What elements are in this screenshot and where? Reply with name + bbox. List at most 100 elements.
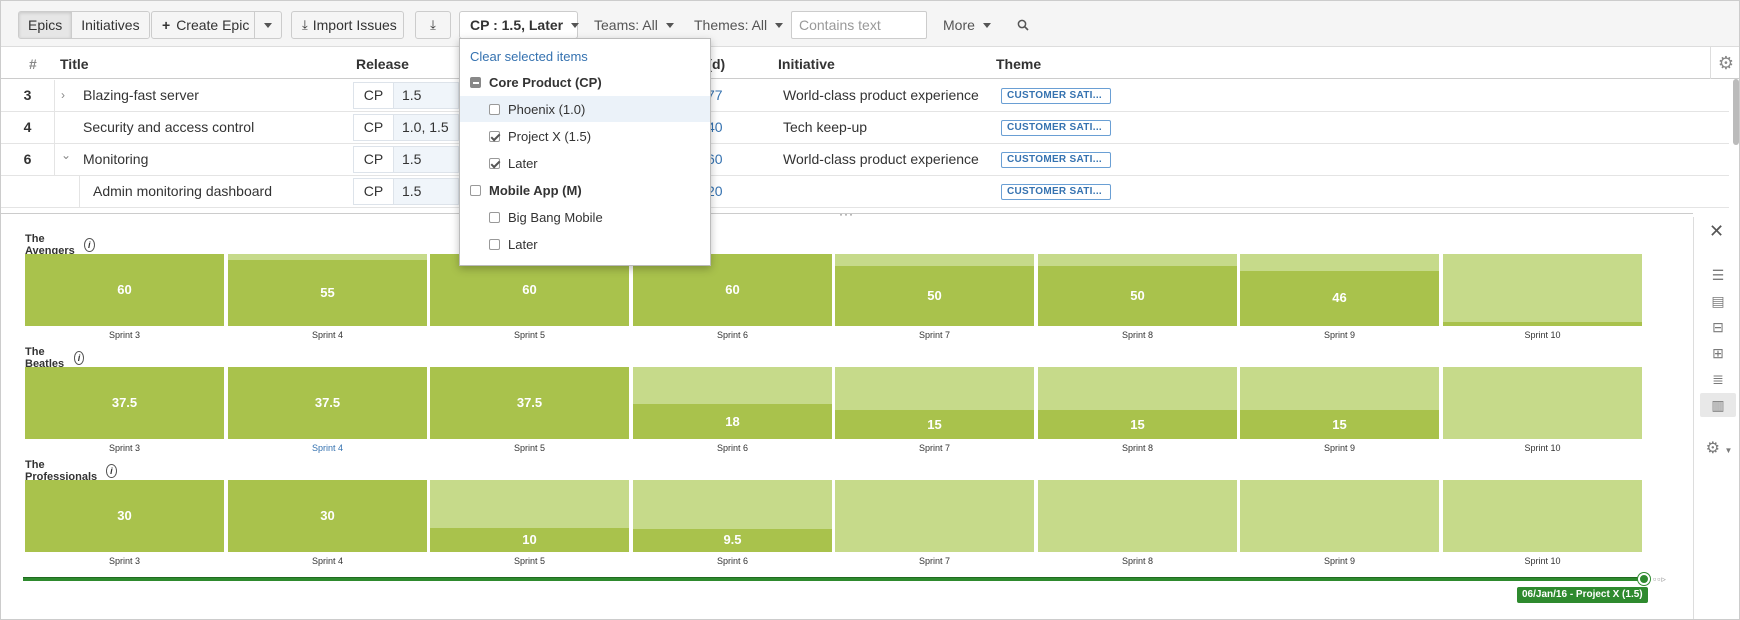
- sprint-capacity-bar[interactable]: [835, 480, 1034, 552]
- columns-icon[interactable]: ▥: [1700, 393, 1736, 417]
- release-cell[interactable]: CP 1.0, 1.5: [353, 114, 459, 141]
- info-icon[interactable]: i: [83, 238, 95, 252]
- release-cell[interactable]: CP 1.5: [353, 82, 459, 109]
- close-icon[interactable]: ✕: [1709, 221, 1724, 242]
- sprint-capacity-bar[interactable]: 46: [1240, 254, 1439, 326]
- gear-icon[interactable]: ⚙ ▼: [1704, 441, 1734, 457]
- release-option[interactable]: Big Bang Mobile: [460, 204, 710, 230]
- col-theme[interactable]: Theme: [996, 56, 1041, 72]
- info-icon[interactable]: i: [73, 351, 85, 365]
- sprint-capacity-bar[interactable]: 37.5: [228, 367, 427, 439]
- checkbox[interactable]: [489, 130, 500, 142]
- checkbox[interactable]: [470, 76, 481, 88]
- import-issues-label: Import Issues: [312, 17, 397, 33]
- sprint-label[interactable]: Sprint 4: [228, 443, 427, 453]
- table-row[interactable]: 3 › Blazing-fast server CP 1.5 77 World-c…: [1, 80, 1729, 112]
- option-label: Later: [508, 155, 538, 171]
- sprint-label: Sprint 10: [1524, 556, 1561, 566]
- sprint-capacity-bar[interactable]: 50: [1038, 254, 1237, 326]
- teams-filter-dropdown[interactable]: Teams: All: [584, 11, 684, 39]
- checkbox[interactable]: [489, 238, 500, 250]
- sprint-capacity-bar[interactable]: [1240, 480, 1439, 552]
- search-button[interactable]: [1007, 11, 1039, 39]
- row-title[interactable]: Monitoring: [83, 144, 148, 175]
- teams-filter-label: Teams: All: [594, 17, 658, 33]
- row-title[interactable]: Admin monitoring dashboard: [93, 176, 272, 207]
- sprint-capacity-bar[interactable]: 30: [25, 480, 224, 552]
- themes-filter-dropdown[interactable]: Themes: All: [684, 11, 793, 39]
- sprint-capacity-bar[interactable]: 9.5: [633, 480, 832, 552]
- checkbox[interactable]: [470, 184, 481, 196]
- more-dropdown[interactable]: More: [933, 11, 1001, 39]
- sprint-capacity-bar[interactable]: [1443, 254, 1642, 326]
- list-icon[interactable]: ≣: [1708, 371, 1728, 387]
- table-settings-button[interactable]: ⚙: [1710, 47, 1739, 79]
- tab-initiatives[interactable]: Initiatives: [72, 12, 149, 38]
- sprint-label: Sprint 7: [918, 330, 951, 340]
- checkbox[interactable]: [489, 211, 500, 223]
- initiative-cell[interactable]: World-class product experience: [783, 144, 979, 175]
- sprint-capacity-bar[interactable]: 50: [835, 254, 1034, 326]
- col-initiative[interactable]: Initiative: [778, 56, 835, 72]
- tree-icon[interactable]: ⊞: [1708, 345, 1728, 361]
- table-row[interactable]: Admin monitoring dashboard CP 1.5 20 CUST…: [1, 176, 1729, 208]
- col-release[interactable]: Release: [356, 56, 409, 72]
- sprint-capacity-bar[interactable]: 15: [1038, 367, 1237, 439]
- release-option[interactable]: Later: [460, 231, 710, 257]
- theme-badge[interactable]: CUSTOMER SATI...: [1001, 152, 1111, 168]
- col-title[interactable]: Title: [60, 56, 89, 72]
- row-number: 6: [1, 144, 55, 176]
- release-cell[interactable]: CP 1.5: [353, 146, 459, 173]
- sprint-capacity-bar[interactable]: 37.5: [25, 367, 224, 439]
- sprint-capacity-bar[interactable]: [1443, 367, 1642, 439]
- create-epic-button[interactable]: + Create Epic: [151, 11, 255, 39]
- release-group-option[interactable]: Core Product (CP): [460, 69, 710, 95]
- clear-selected-link[interactable]: Clear selected items: [470, 49, 588, 64]
- import-issues-button[interactable]: ⤓ Import Issues: [291, 11, 404, 39]
- tab-epics[interactable]: Epics: [19, 12, 73, 38]
- sprint-capacity-bar[interactable]: 30: [228, 480, 427, 552]
- table-scrollbar[interactable]: [1733, 79, 1739, 145]
- row-title[interactable]: Blazing-fast server: [83, 80, 199, 111]
- table-row[interactable]: 4 Security and access control CP 1.0, 1.5…: [1, 112, 1729, 144]
- hierarchy-icon[interactable]: ⊟: [1708, 319, 1728, 335]
- info-icon[interactable]: i: [105, 464, 118, 478]
- expand-icon[interactable]: ›: [61, 80, 71, 111]
- sprint-capacity-bar[interactable]: 10: [430, 480, 629, 552]
- card-icon[interactable]: ▤: [1708, 293, 1728, 309]
- sliders-icon[interactable]: ☰: [1708, 267, 1728, 283]
- table-row[interactable]: 6 ⌄ Monitoring CP 1.5 60 World-class prod…: [1, 144, 1729, 176]
- release-option[interactable]: Project X (1.5): [460, 123, 710, 149]
- release-option[interactable]: Phoenix (1.0): [460, 96, 710, 122]
- initiative-cell[interactable]: World-class product experience: [783, 80, 979, 111]
- sprint-load-value: 10: [522, 532, 537, 548]
- sprint-capacity-bar[interactable]: [1443, 480, 1642, 552]
- checkbox[interactable]: [489, 157, 500, 169]
- timeline-remaining-icon: ▫▫▹: [1653, 574, 1667, 584]
- sprint-capacity-bar[interactable]: 15: [835, 367, 1034, 439]
- sprint-capacity-bar[interactable]: 37.5: [430, 367, 629, 439]
- initiative-cell[interactable]: Tech keep-up: [783, 112, 867, 143]
- search-input[interactable]: [791, 11, 927, 39]
- sprint-label: Sprint 10: [1524, 330, 1561, 340]
- timeline-marker[interactable]: [1638, 573, 1650, 585]
- sprint-label: Sprint 3: [108, 330, 141, 340]
- checkbox[interactable]: [489, 103, 500, 115]
- release-option[interactable]: Later: [460, 150, 710, 176]
- theme-badge[interactable]: CUSTOMER SATI...: [1001, 88, 1111, 104]
- release-cell[interactable]: CP 1.5: [353, 178, 459, 205]
- release-filter-dropdown[interactable]: CP : 1.5, Later: [459, 11, 580, 39]
- row-title[interactable]: Security and access control: [83, 112, 254, 143]
- theme-badge[interactable]: CUSTOMER SATI...: [1001, 120, 1111, 136]
- create-epic-dropdown-button[interactable]: [254, 11, 282, 39]
- sprint-capacity-bar[interactable]: 15: [1240, 367, 1439, 439]
- sprint-capacity-bar[interactable]: 18: [633, 367, 832, 439]
- sprint-capacity-bar[interactable]: 60: [25, 254, 224, 326]
- collapse-icon[interactable]: ⌄: [61, 140, 71, 171]
- export-button[interactable]: ⤓: [415, 11, 451, 39]
- splitter-handle[interactable]: ···: [839, 207, 854, 221]
- sprint-capacity-bar[interactable]: [1038, 480, 1237, 552]
- theme-badge[interactable]: CUSTOMER SATI...: [1001, 184, 1111, 200]
- release-group-option[interactable]: Mobile App (M): [460, 177, 710, 203]
- sprint-capacity-bar[interactable]: 55: [228, 254, 427, 326]
